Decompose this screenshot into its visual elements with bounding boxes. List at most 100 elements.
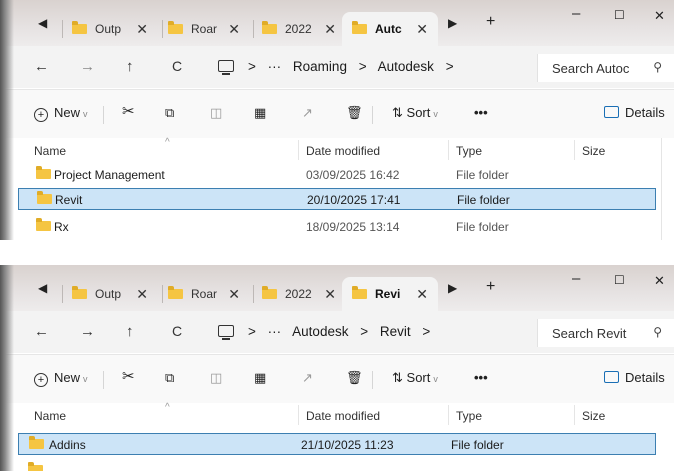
column-divider[interactable]: [298, 405, 299, 425]
column-size[interactable]: Size: [582, 409, 605, 423]
paste-icon[interactable]: ◫: [210, 370, 222, 386]
close-window-icon[interactable]: ✕: [654, 8, 665, 24]
tab-close-icon[interactable]: ✕: [416, 286, 428, 303]
this-pc-icon[interactable]: [218, 60, 234, 75]
tab-label: Revi: [375, 287, 401, 301]
list-item-selected[interactable]: Revit 20/10/2025 17:41 File folder: [18, 188, 656, 210]
delete-icon[interactable]: 🗑: [346, 105, 363, 121]
copy-icon[interactable]: ⧉: [165, 105, 174, 121]
tab-scroll-back-icon[interactable]: ◀: [38, 16, 47, 30]
list-item-selected[interactable]: Addins 21/10/2025 11:23 File folder: [18, 433, 656, 455]
tab-2022[interactable]: 2022 ✕: [262, 12, 346, 46]
rename-icon[interactable]: ▦: [254, 370, 266, 386]
column-type[interactable]: Type: [456, 409, 482, 423]
tab-close-icon[interactable]: ✕: [136, 21, 148, 38]
tab-scroll-back-icon[interactable]: ◀: [38, 281, 47, 295]
chevron-right-icon[interactable]: >: [446, 59, 454, 74]
folder-icon: [262, 21, 277, 34]
refresh-icon[interactable]: C: [172, 323, 182, 339]
breadcrumb-item[interactable]: Autodesk: [378, 59, 434, 74]
tab-close-icon[interactable]: ✕: [416, 21, 428, 38]
maximize-icon[interactable]: ☐: [614, 273, 625, 287]
minimize-icon[interactable]: –: [572, 270, 580, 287]
tab-label: Autc: [375, 22, 402, 36]
maximize-icon[interactable]: ☐: [614, 8, 625, 22]
search-input[interactable]: Search Autoc ⚲: [537, 54, 674, 82]
divider: [372, 371, 373, 389]
tab-revit[interactable]: Revi ✕: [342, 277, 438, 311]
rename-icon[interactable]: ▦: [254, 105, 266, 121]
back-icon[interactable]: ←: [34, 58, 49, 75]
tab-label: Outp: [95, 22, 122, 36]
tab-close-icon[interactable]: ✕: [136, 286, 148, 303]
tab-outputs[interactable]: Outp ✕: [72, 277, 158, 311]
details-label: Details: [625, 370, 665, 385]
breadcrumb-item[interactable]: Revit: [380, 324, 411, 339]
tab-roaming[interactable]: Roar ✕: [168, 277, 250, 311]
column-type[interactable]: Type: [456, 144, 482, 158]
this-pc-icon[interactable]: [218, 325, 234, 340]
more-options-button[interactable]: •••: [474, 105, 488, 120]
address-bar: ← → ↑ C > ··· Roaming > Autodesk > Searc…: [0, 46, 674, 88]
chevron-right-icon[interactable]: >: [422, 324, 430, 339]
folder-icon: [29, 436, 44, 449]
details-button[interactable]: Details: [604, 105, 665, 120]
new-button[interactable]: + New v: [34, 370, 88, 387]
folder-icon: [72, 286, 87, 299]
list-item[interactable]: Rx 18/09/2025 13:14 File folder: [18, 216, 656, 238]
new-tab-button[interactable]: +: [486, 13, 495, 31]
tab-close-icon[interactable]: ✕: [324, 286, 336, 303]
column-size[interactable]: Size: [582, 144, 605, 158]
tab-outputs[interactable]: Outp ✕: [72, 12, 158, 46]
details-button[interactable]: Details: [604, 370, 665, 385]
new-tab-button[interactable]: +: [486, 278, 495, 296]
tab-close-icon[interactable]: ✕: [228, 286, 240, 303]
copy-icon[interactable]: ⧉: [165, 370, 174, 386]
column-divider[interactable]: [448, 405, 449, 425]
tab-roaming[interactable]: Roar ✕: [168, 12, 250, 46]
breadcrumb-item[interactable]: Autodesk: [292, 324, 348, 339]
share-icon[interactable]: ↗: [302, 105, 313, 121]
sort-button[interactable]: ⇅ Sort v: [392, 370, 438, 386]
breadcrumb[interactable]: > ··· Roaming > Autodesk >: [248, 59, 462, 74]
tab-scroll-forward-icon[interactable]: ▶: [448, 281, 457, 295]
new-button[interactable]: + New v: [34, 105, 88, 122]
refresh-icon[interactable]: C: [172, 58, 182, 74]
sort-button[interactable]: ⇅ Sort v: [392, 105, 438, 121]
forward-icon[interactable]: →: [80, 323, 95, 340]
more-options-button[interactable]: •••: [474, 370, 488, 385]
list-item[interactable]: Project Management 03/09/2025 16:42 File…: [18, 164, 656, 186]
minimize-icon[interactable]: –: [572, 5, 580, 22]
ellipsis-icon[interactable]: ···: [268, 324, 282, 339]
close-window-icon[interactable]: ✕: [654, 273, 665, 289]
column-date[interactable]: Date modified: [306, 144, 380, 158]
list-item-partial[interactable]: [18, 459, 656, 471]
item-date: 18/09/2025 13:14: [306, 220, 400, 234]
paste-icon[interactable]: ◫: [210, 105, 222, 121]
ellipsis-icon[interactable]: ···: [268, 59, 282, 74]
forward-icon[interactable]: →: [80, 58, 95, 75]
column-divider[interactable]: [298, 140, 299, 160]
search-input[interactable]: Search Revit ⚲: [537, 319, 674, 347]
up-icon[interactable]: ↑: [126, 58, 134, 75]
column-name[interactable]: Name: [34, 409, 66, 423]
cut-icon[interactable]: ✂: [122, 102, 135, 120]
cut-icon[interactable]: ✂: [122, 367, 135, 385]
tab-scroll-forward-icon[interactable]: ▶: [448, 16, 457, 30]
column-divider[interactable]: [574, 405, 575, 425]
breadcrumb[interactable]: > ··· Autodesk > Revit >: [248, 324, 438, 339]
back-icon[interactable]: ←: [34, 323, 49, 340]
column-divider[interactable]: [574, 140, 575, 160]
tab-autodesk[interactable]: Autc ✕: [342, 12, 438, 46]
column-header: Name ^ Date modified Type Size: [0, 137, 674, 162]
column-name[interactable]: Name: [34, 144, 66, 158]
delete-icon[interactable]: 🗑: [346, 370, 363, 386]
column-divider[interactable]: [448, 140, 449, 160]
tab-2022[interactable]: 2022 ✕: [262, 277, 346, 311]
column-date[interactable]: Date modified: [306, 409, 380, 423]
tab-close-icon[interactable]: ✕: [324, 21, 336, 38]
share-icon[interactable]: ↗: [302, 370, 313, 386]
up-icon[interactable]: ↑: [126, 323, 134, 340]
tab-close-icon[interactable]: ✕: [228, 21, 240, 38]
breadcrumb-item[interactable]: Roaming: [293, 59, 347, 74]
